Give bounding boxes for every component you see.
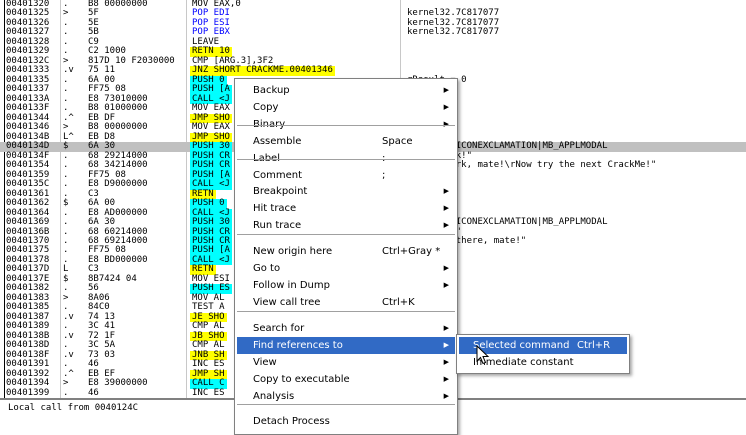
disasm-row[interactable]: 00401326. 5E POP ESI kernel32.7C817077 [0,18,746,29]
disasm-address: 00401399 [6,387,50,398]
menu-item-label: Find references to [253,340,343,351]
menu-item-label: Copy [253,102,279,113]
menu-separator [237,159,455,160]
menu-item-label: Copy to executable [253,374,350,385]
menu-item-shortcut: ; [382,170,386,181]
disasm-row[interactable]: 00401327. 5B POP EBX kernel32.7C817077 [0,28,746,38]
menu-item-analysis[interactable]: Analysis ▶ [237,388,455,405]
mouse-pointer-icon [476,345,490,365]
info-text: Local call from 0040124C [8,403,139,413]
disasm-flow-mark: . [63,387,69,398]
submenu-arrow-icon: ▶ [443,204,449,212]
submenu-arrow-icon: ▶ [443,86,449,94]
submenu-arrow-icon: ▶ [443,221,449,229]
disasm-comment: kernel32.7C817077 [407,27,500,38]
menu-item-label: Assemble [253,136,302,147]
menu-item-backup[interactable]: Backup ▶ [237,82,455,99]
menu-item-comment[interactable]: Comment; [237,167,455,184]
submenu-arrow-icon: ▶ [443,375,449,383]
submenu-arrow-icon: ▶ [443,341,449,349]
disasm-hex-bytes: 46 [88,387,99,398]
menu-item-label: Search for [253,323,305,334]
menu-item-detach-process[interactable]: Detach Process [237,413,455,430]
menu-item-search-for[interactable]: Search for ▶ [237,320,455,337]
submenu-arrow-icon: ▶ [443,264,449,272]
menu-item-new-origin-here[interactable]: New origin here Ctrl+Gray * [237,243,455,260]
menu-item-label: Breakpoint [253,186,308,197]
menu-item-label: Follow in Dump [253,280,330,291]
menu-item-shortcut: Space [382,136,413,147]
submenu-arrow-icon: ▶ [443,187,449,195]
submenu-arrow-icon: ▶ [443,324,449,332]
submenu-arrow-icon: ▶ [443,281,449,289]
menu-item-hit-trace[interactable]: Hit trace ▶ [237,200,455,217]
submenu-arrow-icon: ▶ [443,392,449,400]
menu-item-label: Analysis [253,391,295,402]
menu-item-label: Run trace [253,220,302,231]
menu-item-copy[interactable]: Copy ▶ [237,99,455,116]
menu-separator [237,311,455,312]
submenu-arrow-icon: ▶ [443,358,449,366]
disasm-command: INC ES [192,387,225,398]
menu-item-label: Hit trace [253,203,297,214]
menu-item-copy-to-executable[interactable]: Copy to executable ▶ [237,371,455,388]
menu-item-shortcut: Ctrl+Gray * [382,246,441,257]
menu-separator [237,234,455,235]
menu-item-follow-in-dump[interactable]: Follow in Dump ▶ [237,277,455,294]
menu-item-view-call-tree[interactable]: View call tree Ctrl+K [237,294,455,311]
menu-item-go-to[interactable]: Go to ▶ [237,260,455,277]
menu-item-view[interactable]: View ▶ [237,354,455,371]
menu-separator [237,125,455,126]
disasm-row[interactable]: 00401320. B8 00000000 MOV EAX,0 [0,0,746,10]
menu-item-label: Comment [253,170,302,181]
menu-item-shortcut: Ctrl+K [382,297,415,308]
menu-item-label: View call tree [253,297,321,308]
disasm-row[interactable]: 00401325 >5F POP EDI kernel32.7C817077 [0,9,746,19]
menu-item-find-references-to[interactable]: Find references to ▶ [237,337,455,354]
menu-item-label: View [253,357,277,368]
submenu-arrow-icon: ▶ [443,103,449,111]
context-menu: Backup▶Copy▶Binary▶AssembleSpaceLabel:Co… [234,78,458,435]
menu-item-label: New origin here [253,246,333,257]
submenu-item-shortcut: Ctrl+R [577,340,611,351]
menu-item-assemble[interactable]: Assemble Space [237,133,455,150]
menu-item-label: Detach Process [253,416,330,427]
menu-item-label: Go to [253,263,281,274]
menu-item-breakpoint[interactable]: Breakpoint ▶ [237,183,455,200]
menu-separator [237,404,455,405]
menu-item-run-trace[interactable]: Run trace ▶ [237,217,455,234]
menu-item-label: Backup [253,85,290,96]
